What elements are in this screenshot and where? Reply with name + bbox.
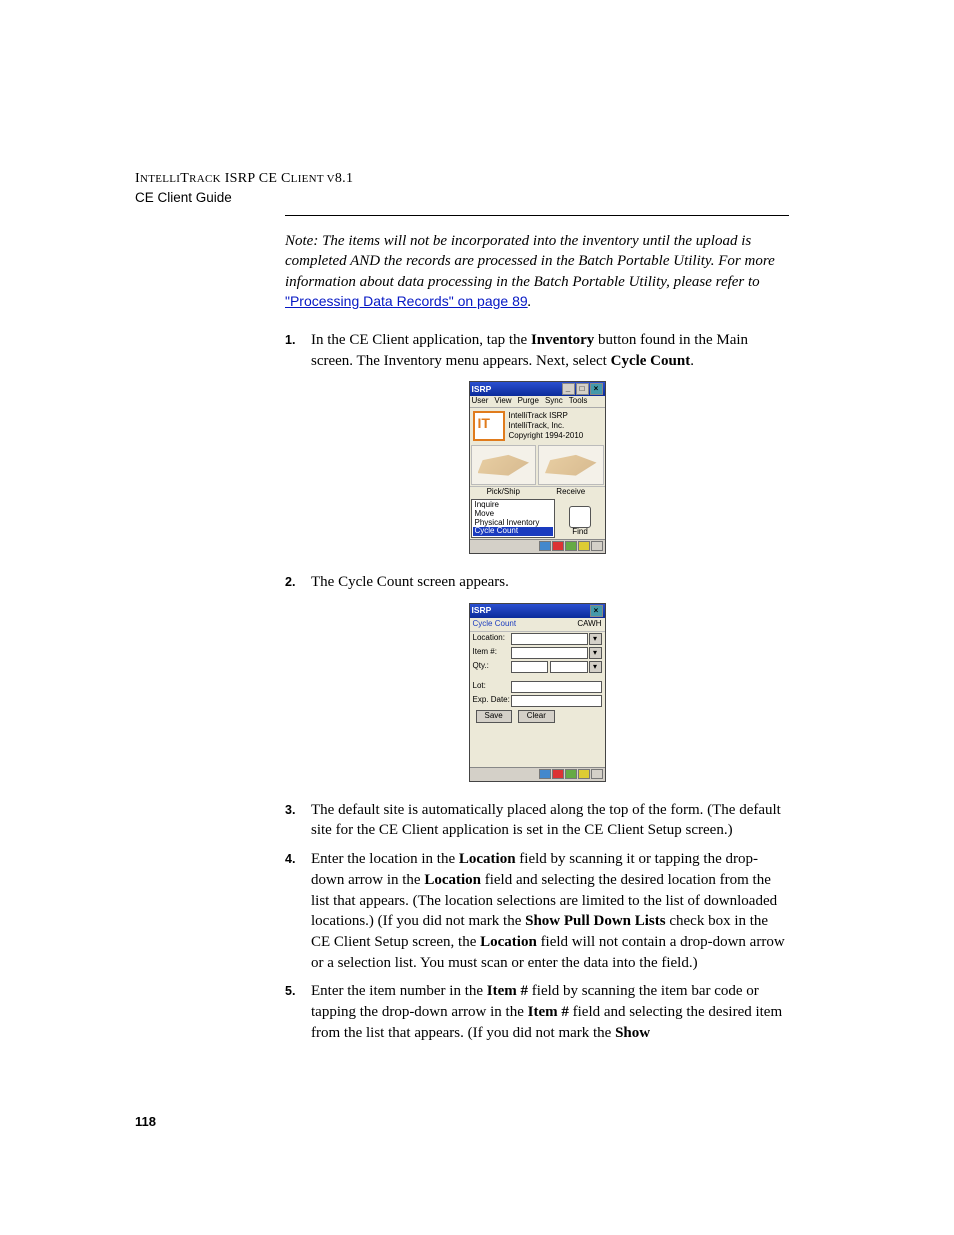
note-link[interactable]: "Processing Data Records" on page 89	[285, 293, 528, 309]
note-paragraph: Note: The items will not be incorporated…	[285, 231, 789, 312]
tray-icon[interactable]	[578, 769, 590, 779]
step-bold: Item #	[487, 983, 528, 999]
figure-isrp-main-window: ISRP _ □ × User View Purge Sync Tools In…	[469, 381, 606, 554]
uom-input[interactable]	[550, 661, 588, 673]
step-bold: Show Pull Down Lists	[525, 913, 665, 929]
running-head-product: INTELLITRACK ISRP CE CLIENT V8.1	[135, 170, 789, 189]
menu-user[interactable]: User	[472, 397, 489, 406]
tray-icon[interactable]	[578, 541, 590, 551]
step-number: 3.	[285, 800, 311, 841]
maximize-icon[interactable]: □	[576, 383, 589, 395]
step-text: The default site is automatically placed…	[311, 800, 789, 841]
chevron-down-icon[interactable]: ▾	[589, 633, 602, 645]
location-label: Location:	[473, 634, 511, 643]
step-5: 5. Enter the item number in the Item # f…	[285, 981, 789, 1043]
tray-icon[interactable]	[565, 541, 577, 551]
step-bold: Location	[424, 872, 481, 888]
close-icon[interactable]: ×	[590, 605, 603, 617]
about-line1: IntelliTrack ISRP	[509, 411, 584, 421]
menu-tools[interactable]: Tools	[569, 397, 588, 406]
window-titlebar: ISRP _ □ ×	[470, 382, 605, 396]
expdate-label: Exp. Date:	[473, 696, 511, 705]
save-button[interactable]: Save	[476, 710, 512, 723]
menu-purge[interactable]: Purge	[518, 397, 539, 406]
step-bold: Item #	[528, 1004, 569, 1020]
step-text: Enter the location in the	[311, 851, 459, 867]
step-bold: Cycle Count	[611, 353, 691, 369]
step-2: 2. The Cycle Count screen appears.	[285, 572, 789, 593]
running-head-guide: CE Client Guide	[135, 189, 789, 207]
note-body: The items will not be incorporated into …	[285, 233, 775, 290]
site-code: CAWH	[577, 620, 601, 629]
menu-view[interactable]: View	[494, 397, 511, 406]
submenu-cycle-count[interactable]: Cycle Count	[473, 527, 553, 536]
note-suffix: .	[528, 294, 532, 310]
lot-label: Lot:	[473, 682, 511, 691]
menu-sync[interactable]: Sync	[545, 397, 563, 406]
step-text: In the CE Client application, tap the	[311, 332, 531, 348]
figure-cycle-count-window: ISRP × Cycle Count CAWH Location: ▾ Item …	[469, 603, 606, 782]
step-text: The Cycle Count screen appears.	[311, 572, 789, 593]
step-number: 5.	[285, 981, 311, 1043]
inventory-submenu: Inquire Move Physical Inventory Cycle Co…	[471, 499, 555, 538]
step-number: 4.	[285, 849, 311, 973]
intellitrack-logo-icon	[473, 411, 505, 441]
pick-ship-icon[interactable]	[471, 445, 537, 485]
clear-button[interactable]: Clear	[518, 710, 555, 723]
window-title: ISRP	[472, 385, 492, 394]
find-button[interactable]: Find	[572, 528, 588, 537]
step-text: Enter the item number in the	[311, 983, 487, 999]
tray-icon[interactable]	[591, 541, 603, 551]
step-bold: Location	[459, 851, 516, 867]
taskbar	[470, 539, 605, 553]
step-4: 4. Enter the location in the Location fi…	[285, 849, 789, 973]
qty-label: Qty.:	[473, 662, 511, 671]
step-number: 2.	[285, 572, 311, 593]
tray-icon[interactable]	[565, 769, 577, 779]
close-icon[interactable]: ×	[590, 383, 603, 395]
item-label: Item #:	[473, 648, 511, 657]
step-bold: Show	[615, 1025, 650, 1041]
about-line2: IntelliTrack, Inc.	[509, 421, 584, 431]
window-titlebar: ISRP ×	[470, 604, 605, 618]
taskbar	[470, 767, 605, 781]
receive-icon[interactable]	[538, 445, 604, 485]
expdate-input[interactable]	[511, 695, 602, 707]
chevron-down-icon[interactable]: ▾	[589, 647, 602, 659]
form-title: Cycle Count	[473, 620, 517, 629]
window-title: ISRP	[472, 606, 492, 615]
receive-button[interactable]: Receive	[537, 487, 605, 498]
tray-icon[interactable]	[552, 541, 564, 551]
minimize-icon[interactable]: _	[562, 383, 575, 395]
qty-input[interactable]	[511, 661, 549, 673]
note-prefix: Note:	[285, 233, 322, 249]
pick-ship-button[interactable]: Pick/Ship	[470, 487, 538, 498]
location-input[interactable]	[511, 633, 588, 645]
item-input[interactable]	[511, 647, 588, 659]
tray-icon[interactable]	[591, 769, 603, 779]
step-3: 3. The default site is automatically pla…	[285, 800, 789, 841]
find-icon[interactable]	[569, 506, 591, 528]
tray-icon[interactable]	[539, 769, 551, 779]
step-number: 1.	[285, 330, 311, 371]
horizontal-rule	[285, 215, 789, 216]
lot-input[interactable]	[511, 681, 602, 693]
step-1: 1. In the CE Client application, tap the…	[285, 330, 789, 371]
tray-icon[interactable]	[552, 769, 564, 779]
chevron-down-icon[interactable]: ▾	[589, 661, 602, 673]
step-bold: Location	[480, 934, 537, 950]
menu-bar: User View Purge Sync Tools	[470, 396, 605, 408]
step-bold: Inventory	[531, 332, 594, 348]
about-panel: IntelliTrack ISRP IntelliTrack, Inc. Cop…	[470, 408, 605, 444]
tray-icon[interactable]	[539, 541, 551, 551]
step-text: .	[690, 353, 694, 369]
about-line3: Copyright 1994-2010	[509, 431, 584, 441]
page-number: 118	[135, 1114, 156, 1129]
